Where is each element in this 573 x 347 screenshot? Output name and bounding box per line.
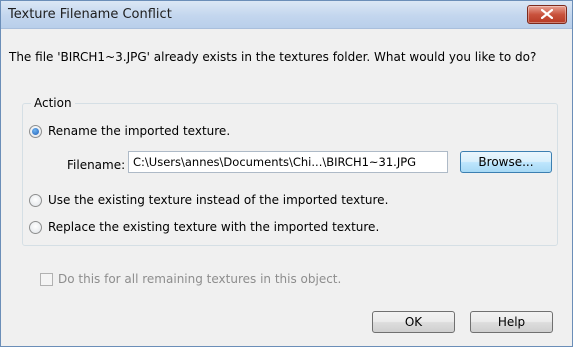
apply-all-label: Do this for all remaining textures in th…: [58, 272, 342, 286]
apply-all-checkbox[interactable]: [40, 272, 53, 286]
help-button[interactable]: Help: [470, 311, 553, 333]
filename-label: Filename:: [67, 158, 126, 172]
ok-button[interactable]: OK: [372, 311, 455, 333]
use-existing-option[interactable]: Use the existing texture instead of the …: [29, 192, 388, 208]
use-existing-radio[interactable]: [29, 193, 42, 207]
filename-field[interactable]: C:\Users\annes\Documents\Chi...\BIRCH1~3…: [128, 151, 448, 173]
replace-option[interactable]: Replace the existing texture with the im…: [29, 219, 379, 235]
dialog-title: Texture Filename Conflict: [8, 7, 172, 22]
close-button[interactable]: [527, 5, 567, 24]
title-bar[interactable]: Texture Filename Conflict: [1, 1, 572, 29]
action-group-label: Action: [31, 96, 75, 110]
rename-option[interactable]: Rename the imported texture.: [29, 123, 230, 139]
browse-button[interactable]: Browse...: [460, 151, 552, 173]
use-existing-option-label: Use the existing texture instead of the …: [48, 193, 389, 207]
replace-radio[interactable]: [29, 220, 42, 234]
replace-option-label: Replace the existing texture with the im…: [48, 220, 380, 234]
rename-radio[interactable]: [29, 124, 42, 138]
rename-option-label: Rename the imported texture.: [48, 124, 231, 138]
close-icon: [541, 9, 553, 19]
dialog-message: The file 'BIRCH1~3.JPG' already exists i…: [9, 50, 537, 64]
apply-all-option[interactable]: Do this for all remaining textures in th…: [40, 272, 341, 286]
